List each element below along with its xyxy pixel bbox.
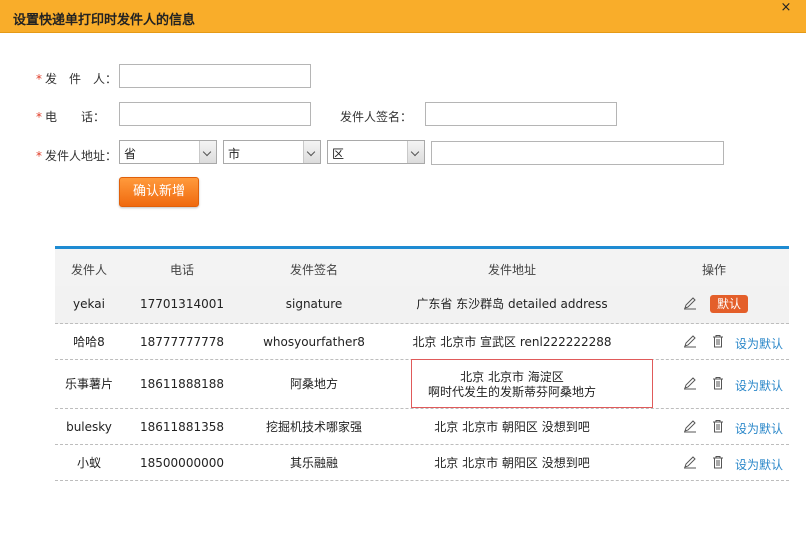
row-phone: 17701314001	[140, 297, 224, 311]
signature-input[interactable]	[425, 102, 617, 126]
row-phone: 18777777778	[140, 335, 224, 349]
row-signature: 阿桑地方	[289, 377, 339, 391]
trash-icon[interactable]	[711, 419, 725, 433]
header-address: 发件地址	[487, 263, 537, 277]
required-mark: *	[36, 110, 42, 124]
row-phone: 18500000000	[140, 456, 224, 470]
row-signature: whosyourfather8	[263, 335, 365, 349]
table-row: 哈哈8 18777777778 whosyourfather8 北京 北京市 宣…	[55, 324, 789, 360]
detail-address-input[interactable]	[431, 141, 724, 165]
district-select[interactable]: 区	[327, 140, 425, 164]
required-mark: *	[36, 72, 42, 86]
sender-name-input[interactable]	[119, 64, 311, 88]
chevron-down-icon[interactable]	[407, 141, 424, 163]
trash-icon[interactable]	[711, 334, 725, 348]
row-sender: 乐事薯片	[64, 377, 114, 391]
trash-icon[interactable]	[711, 376, 725, 390]
pencil-icon[interactable]	[683, 455, 697, 469]
header-signature: 发件签名	[289, 263, 339, 277]
chevron-down-icon[interactable]	[199, 141, 216, 163]
row-signature: 其乐融融	[289, 456, 339, 470]
pencil-icon[interactable]	[683, 296, 697, 310]
pencil-icon[interactable]	[683, 419, 697, 433]
set-default-link[interactable]: 设为默认	[735, 456, 783, 473]
row-signature: 挖掘机技术哪家强	[265, 420, 363, 434]
default-badge: 默认	[710, 295, 748, 313]
header-sender: 发件人	[70, 263, 108, 277]
row-address: 北京 北京市 朝阳区 没想到吧	[434, 420, 590, 434]
phone-label: * 电 话：	[36, 108, 105, 125]
row-phone: 18611888188	[140, 377, 224, 391]
chevron-down-icon[interactable]	[303, 141, 320, 163]
row-address: 北京 北京市 宣武区 renl222222288	[412, 335, 612, 349]
district-value: 区	[332, 147, 345, 161]
confirm-add-button[interactable]: 确认新增	[119, 177, 199, 207]
address-label-text: 发件人地址：	[45, 149, 118, 163]
signature-label: 发件人签名：	[340, 110, 413, 124]
row-sender: bulesky	[66, 420, 112, 434]
trash-icon[interactable]	[711, 455, 725, 469]
row-address: 广东省 东沙群岛 detailed address	[416, 297, 608, 311]
pencil-icon[interactable]	[683, 334, 697, 348]
pencil-icon[interactable]	[683, 376, 697, 390]
set-default-link[interactable]: 设为默认	[735, 377, 783, 394]
table-row: yekai 17701314001 signature 广东省 东沙群岛 det…	[55, 286, 789, 324]
set-default-link[interactable]: 设为默认	[735, 335, 783, 352]
close-icon[interactable]: ×	[777, 0, 795, 18]
dialog-title-bar: 设置快递单打印时发件人的信息 ×	[0, 0, 806, 33]
phone-label-text: 电 话：	[45, 110, 106, 124]
header-actions: 操作	[701, 263, 727, 277]
province-select[interactable]: 省	[119, 140, 217, 164]
table-row: 小蚁 18500000000 其乐融融 北京 北京市 朝阳区 没想到吧 设为默认	[55, 445, 789, 481]
sender-label: * 发 件 人：	[36, 70, 117, 87]
address-label: * 发件人地址：	[36, 147, 117, 164]
row-phone: 18611881358	[140, 420, 224, 434]
city-select[interactable]: 市	[223, 140, 321, 164]
sender-label-text: 发 件 人：	[45, 72, 118, 86]
required-mark: *	[36, 149, 42, 163]
city-value: 市	[228, 147, 241, 161]
header-phone: 电话	[169, 263, 195, 277]
row-address: 北京 北京市 朝阳区 没想到吧	[434, 456, 590, 470]
set-default-link[interactable]: 设为默认	[735, 420, 783, 437]
row-signature: signature	[285, 297, 343, 311]
row-sender: 哈哈8	[73, 335, 105, 349]
table-header: 发件人 电话 发件签名 发件地址 操作	[55, 249, 789, 286]
province-value: 省	[124, 147, 137, 161]
dialog-title: 设置快递单打印时发件人的信息	[13, 13, 196, 28]
table-row: bulesky 18611881358 挖掘机技术哪家强 北京 北京市 朝阳区 …	[55, 409, 789, 445]
row-sender: yekai	[73, 297, 105, 311]
phone-input[interactable]	[119, 102, 311, 126]
row-sender: 小蚁	[76, 456, 102, 470]
address-highlight-box	[411, 359, 653, 408]
